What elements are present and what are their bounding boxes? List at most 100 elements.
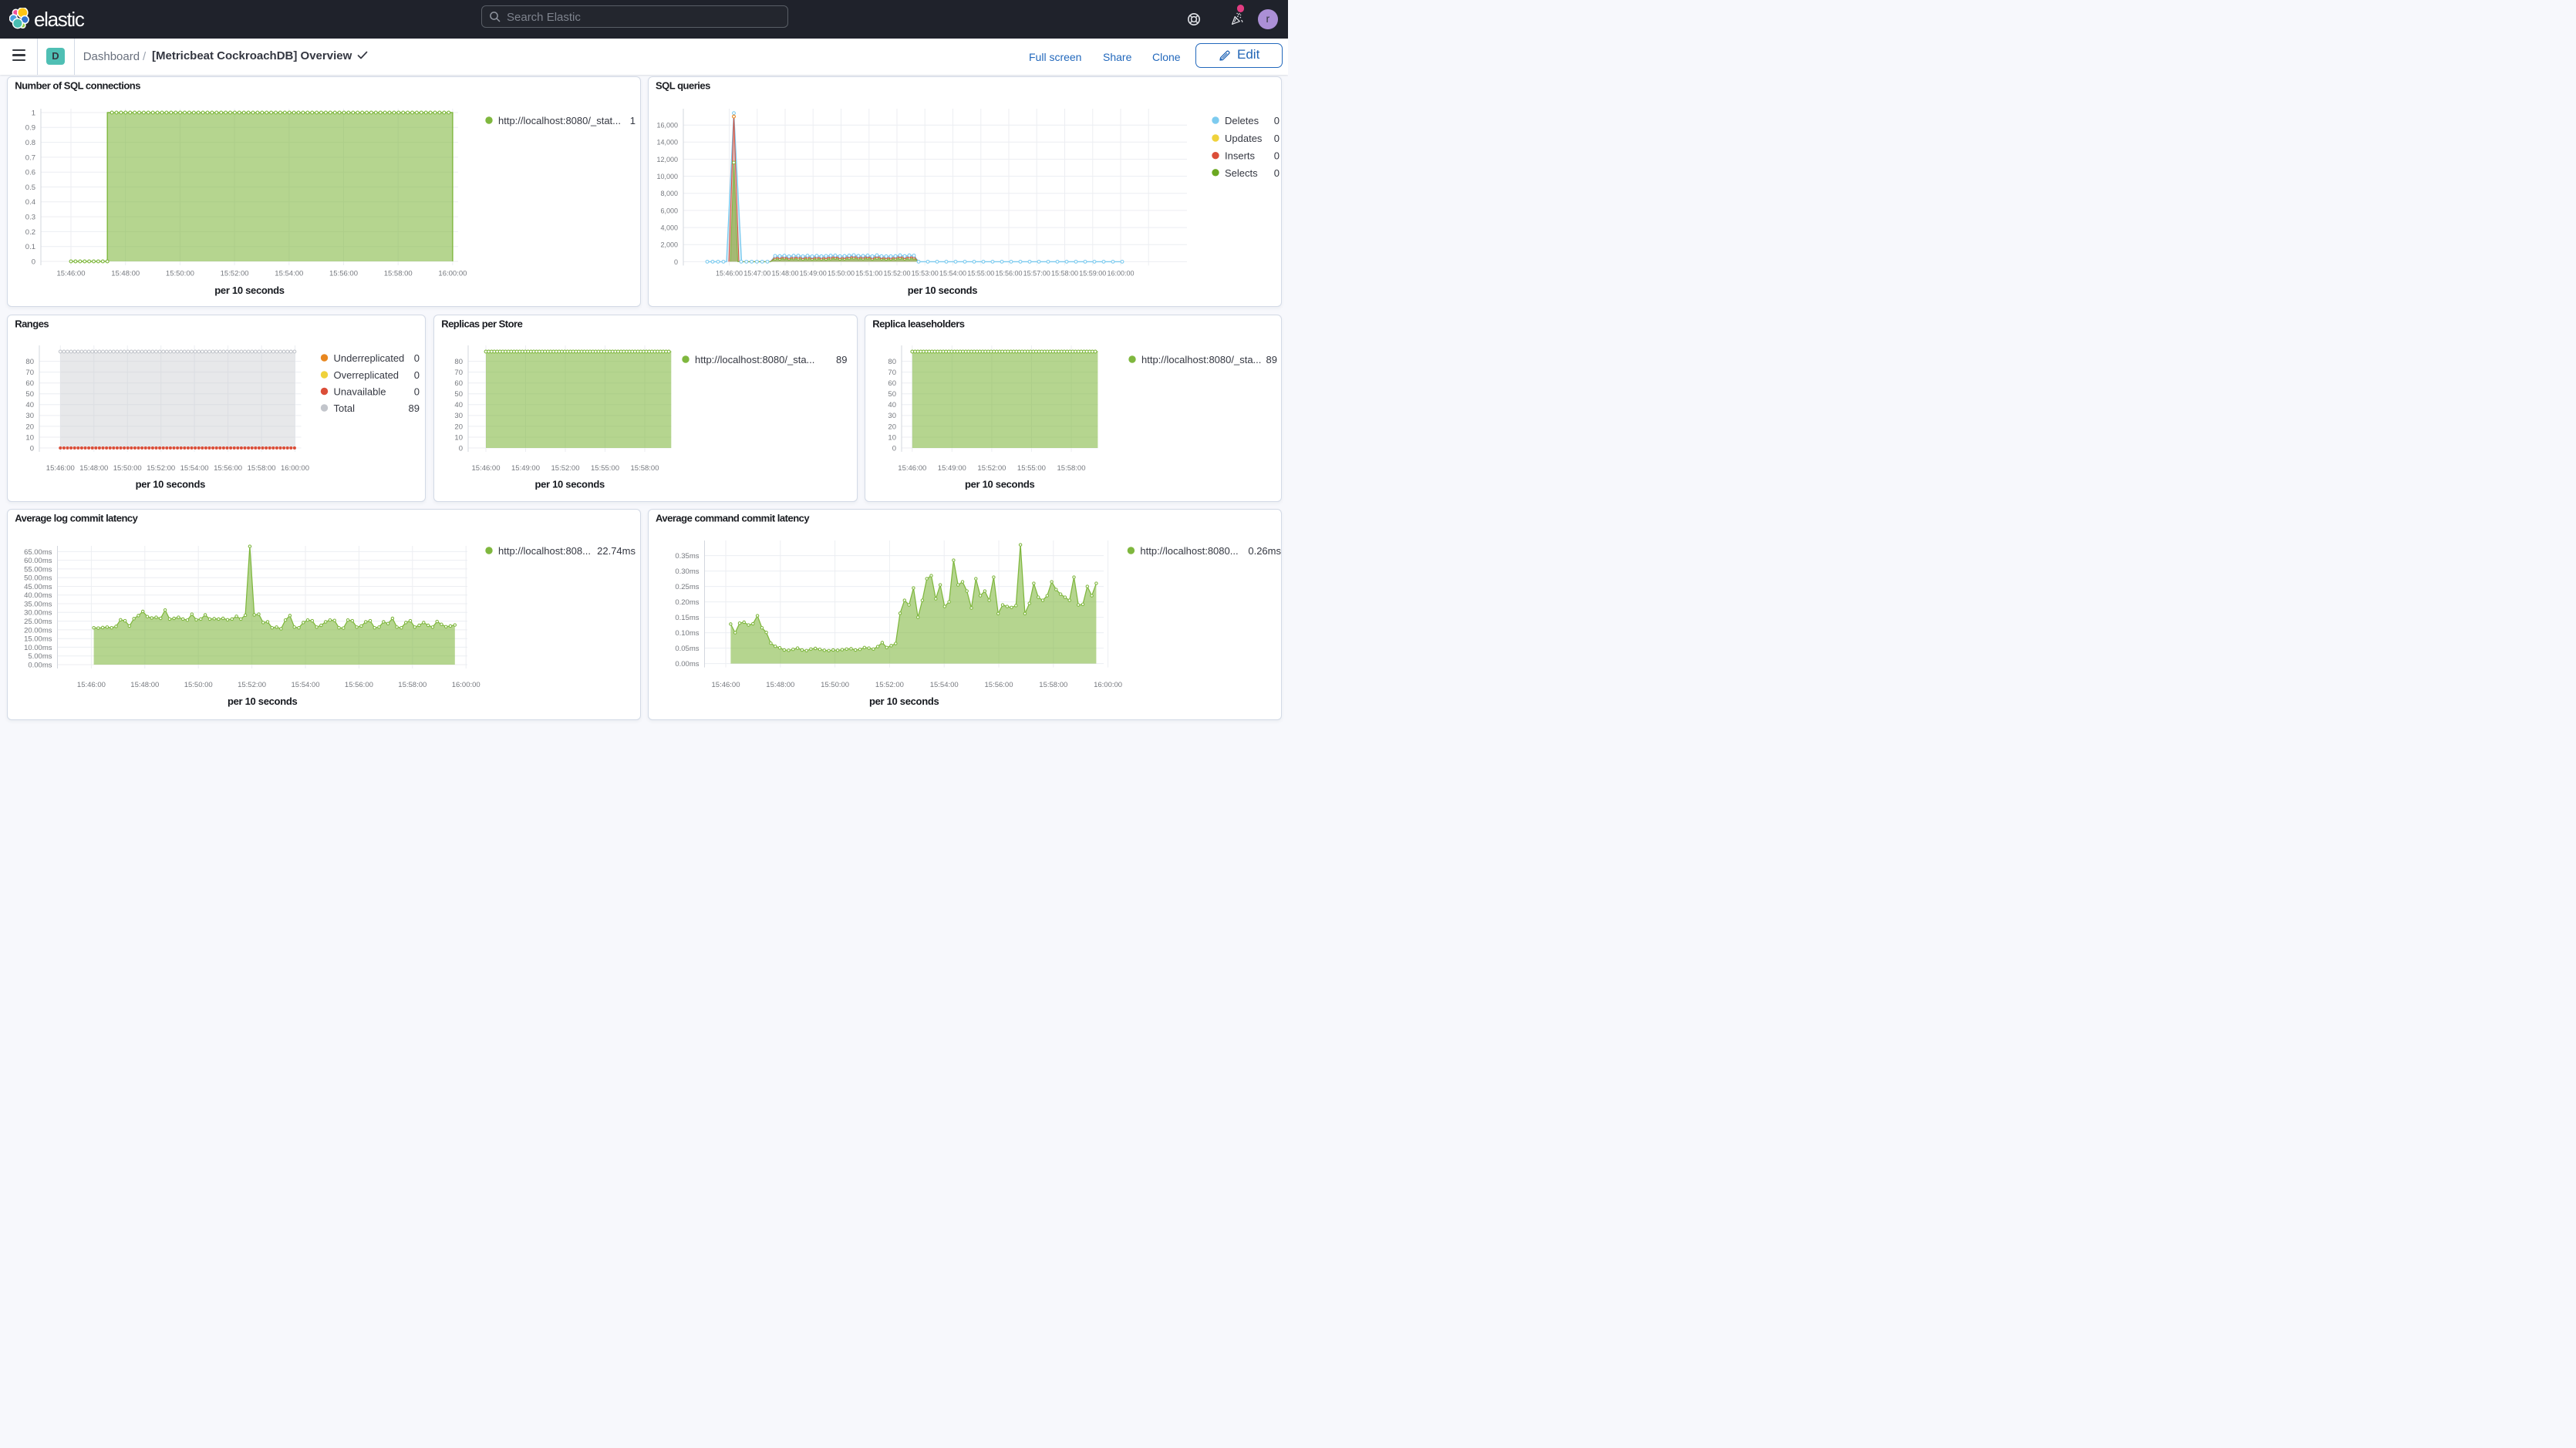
svg-text:65.00ms: 65.00ms: [24, 548, 52, 557]
svg-text:Average log commit latency: Average log commit latency: [15, 513, 138, 524]
svg-text:15:46:00: 15:46:00: [472, 464, 501, 473]
svg-text:0.26ms: 0.26ms: [1248, 545, 1281, 557]
svg-text:30: 30: [888, 412, 896, 420]
svg-text:Underreplicated: Underreplicated: [334, 352, 405, 364]
svg-text:Unavailable: Unavailable: [334, 386, 386, 398]
svg-text:15:56:00: 15:56:00: [985, 681, 1013, 689]
svg-text:20: 20: [888, 423, 896, 431]
svg-text:15:58:00: 15:58:00: [1039, 681, 1067, 689]
svg-text:0: 0: [1274, 150, 1280, 162]
svg-text:per 10 seconds: per 10 seconds: [965, 478, 1035, 490]
svg-text:15:48:00: 15:48:00: [766, 681, 794, 689]
svg-text:per 10 seconds: per 10 seconds: [908, 285, 978, 296]
svg-text:per 10 seconds: per 10 seconds: [869, 695, 939, 707]
svg-text:15:52:00: 15:52:00: [875, 681, 904, 689]
svg-text:5.00ms: 5.00ms: [28, 652, 52, 661]
svg-text:0.5: 0.5: [25, 184, 35, 192]
svg-text:15:46:00: 15:46:00: [46, 464, 75, 473]
svg-text:15:58:00: 15:58:00: [1051, 269, 1078, 277]
svg-text:http://localhost:8080...: http://localhost:8080...: [1140, 545, 1238, 557]
svg-text:per 10 seconds: per 10 seconds: [136, 478, 206, 490]
svg-text:6,000: 6,000: [660, 207, 678, 214]
svg-text:0: 0: [30, 444, 34, 453]
svg-text:0: 0: [414, 352, 420, 364]
svg-text:10.00ms: 10.00ms: [24, 644, 52, 652]
svg-text:1: 1: [630, 115, 636, 126]
svg-text:0.35ms: 0.35ms: [675, 552, 699, 561]
svg-text:15:56:00: 15:56:00: [995, 269, 1022, 277]
svg-text:0.8: 0.8: [25, 139, 35, 147]
svg-text:0.10ms: 0.10ms: [675, 629, 699, 638]
svg-text:89: 89: [836, 354, 847, 365]
svg-text:per 10 seconds: per 10 seconds: [228, 695, 298, 707]
svg-text:per 10 seconds: per 10 seconds: [534, 478, 605, 490]
svg-text:0: 0: [459, 444, 463, 453]
svg-text:http://localhost:8080/_sta...: http://localhost:8080/_sta...: [1141, 354, 1261, 365]
svg-text:15:58:00: 15:58:00: [398, 681, 427, 689]
svg-text:15:46:00: 15:46:00: [712, 681, 740, 689]
svg-text:15:54:00: 15:54:00: [275, 269, 303, 278]
svg-text:15:52:00: 15:52:00: [977, 464, 1006, 473]
svg-text:15:55:00: 15:55:00: [591, 464, 619, 473]
svg-text:15:56:00: 15:56:00: [345, 681, 373, 689]
svg-text:40: 40: [25, 401, 34, 409]
svg-text:60.00ms: 60.00ms: [24, 557, 52, 565]
svg-text:15:58:00: 15:58:00: [384, 269, 413, 278]
svg-text:80: 80: [25, 358, 34, 366]
svg-text:15:58:00: 15:58:00: [248, 464, 276, 473]
svg-text:4,000: 4,000: [660, 224, 678, 232]
svg-text:Replicas per Store: Replicas per Store: [441, 318, 522, 329]
svg-text:Average command commit latency: Average command commit latency: [656, 513, 810, 524]
svg-text:0.9: 0.9: [25, 124, 35, 133]
svg-text:0: 0: [1274, 133, 1280, 144]
svg-text:15:54:00: 15:54:00: [939, 269, 966, 277]
svg-text:30: 30: [454, 412, 463, 420]
svg-text:50: 50: [25, 390, 34, 399]
svg-text:15:50:00: 15:50:00: [821, 681, 849, 689]
svg-text:15:56:00: 15:56:00: [329, 269, 358, 278]
svg-text:Selects: Selects: [1225, 167, 1258, 179]
svg-text:15:46:00: 15:46:00: [77, 681, 106, 689]
svg-text:15:48:00: 15:48:00: [79, 464, 108, 473]
svg-text:15:48:00: 15:48:00: [111, 269, 140, 278]
svg-text:16,000: 16,000: [656, 122, 678, 130]
svg-text:2,000: 2,000: [660, 241, 678, 249]
svg-text:80: 80: [888, 358, 896, 366]
svg-text:15:58:00: 15:58:00: [1057, 464, 1086, 473]
svg-text:50.00ms: 50.00ms: [24, 574, 52, 583]
svg-text:1: 1: [32, 109, 35, 117]
svg-text:0: 0: [1274, 115, 1280, 126]
svg-text:40: 40: [888, 401, 896, 409]
svg-text:15:54:00: 15:54:00: [292, 681, 320, 689]
svg-text:Deletes: Deletes: [1225, 115, 1259, 126]
svg-text:15:49:00: 15:49:00: [800, 269, 827, 277]
svg-text:15:46:00: 15:46:00: [898, 464, 926, 473]
svg-text:0: 0: [414, 386, 420, 398]
svg-text:16:00:00: 16:00:00: [438, 269, 467, 278]
svg-text:10: 10: [454, 433, 463, 442]
svg-text:15:50:00: 15:50:00: [184, 681, 213, 689]
svg-text:0.2: 0.2: [25, 228, 35, 237]
svg-text:0.15ms: 0.15ms: [675, 614, 699, 622]
svg-text:SQL queries: SQL queries: [656, 80, 710, 92]
svg-text:15:52:00: 15:52:00: [883, 269, 910, 277]
svg-text:15:50:00: 15:50:00: [113, 464, 142, 473]
svg-text:50: 50: [454, 390, 463, 399]
svg-text:12,000: 12,000: [656, 156, 678, 163]
svg-text:15:47:00: 15:47:00: [743, 269, 770, 277]
svg-text:25.00ms: 25.00ms: [24, 618, 52, 626]
svg-text:Total: Total: [334, 402, 356, 414]
svg-text:15:50:00: 15:50:00: [166, 269, 194, 278]
svg-text:0.00ms: 0.00ms: [28, 661, 52, 669]
svg-text:22.74ms: 22.74ms: [597, 545, 636, 557]
svg-text:15:52:00: 15:52:00: [238, 681, 266, 689]
svg-text:15:55:00: 15:55:00: [967, 269, 994, 277]
svg-text:15:58:00: 15:58:00: [631, 464, 659, 473]
svg-text:per 10 seconds: per 10 seconds: [214, 285, 285, 296]
svg-text:0: 0: [1274, 167, 1280, 179]
svg-text:15:49:00: 15:49:00: [511, 464, 540, 473]
svg-text:Replica leaseholders: Replica leaseholders: [872, 318, 965, 329]
svg-text:60: 60: [454, 379, 463, 388]
svg-text:15:59:00: 15:59:00: [1079, 269, 1106, 277]
svg-text:16:00:00: 16:00:00: [281, 464, 309, 473]
